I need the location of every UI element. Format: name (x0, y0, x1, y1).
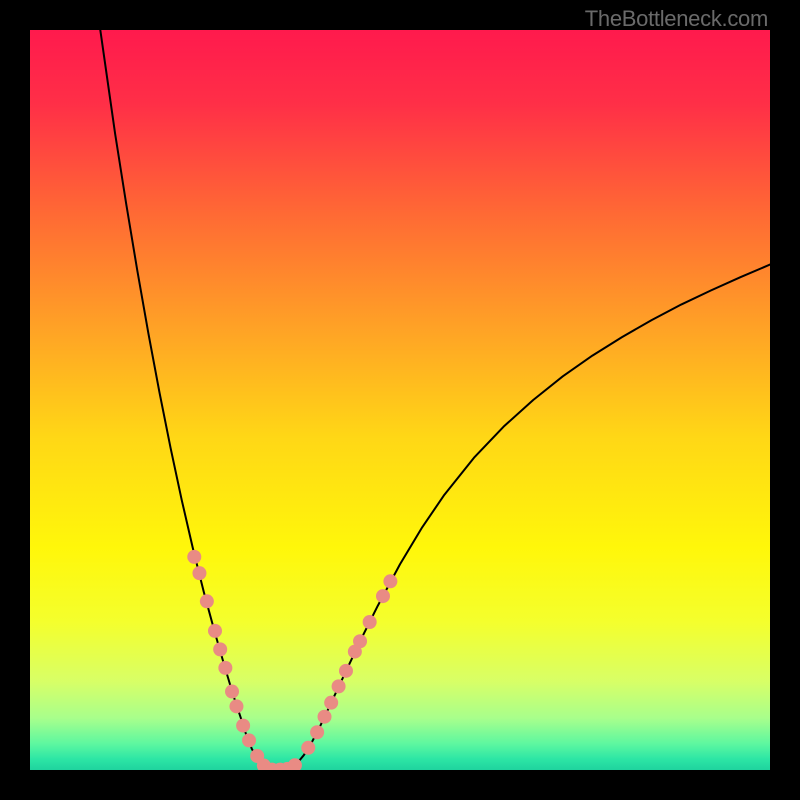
highlight-markers (187, 550, 397, 770)
bottleneck-curve (100, 30, 770, 770)
chart-frame: TheBottleneck.com (0, 0, 800, 800)
watermark-text: TheBottleneck.com (585, 6, 768, 32)
plot-area (30, 30, 770, 770)
chart-overlay (30, 30, 770, 770)
